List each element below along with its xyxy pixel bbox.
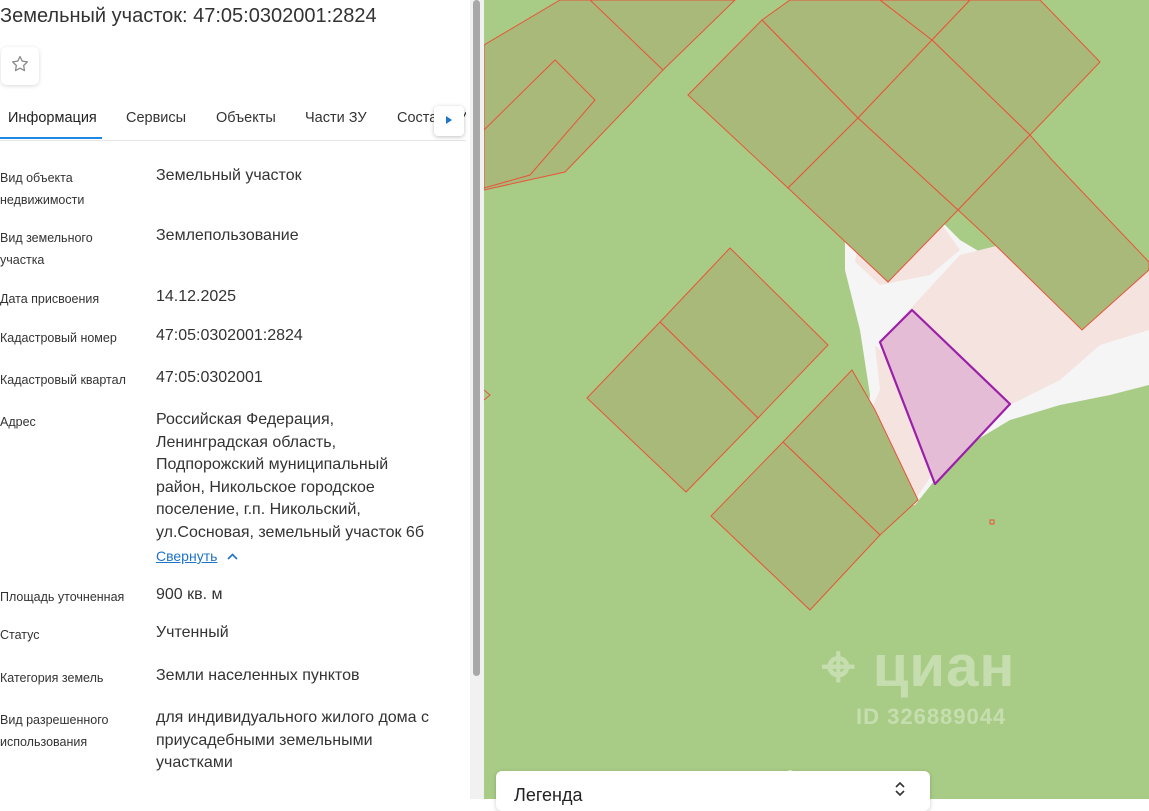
collapse-address-link[interactable]: Свернуть [156,548,238,564]
property-type-label: Вид объекта недвижимости [0,171,85,207]
tab-information[interactable]: Информация [8,110,97,126]
active-tab-indicator [0,137,102,139]
favorite-button[interactable] [1,47,39,85]
address-value: Российская Федерация, Ленинградская обла… [156,411,424,541]
location-pin-icon: ⌖ [822,634,856,699]
status-value: Учтенный [156,624,229,641]
map-canvas [484,0,1149,799]
land-category-value: Земли населенных пунктов [156,667,360,684]
page-title: Земельный участок: 47:05:0302001:2824 [0,5,377,27]
legend-panel[interactable]: Легенда [496,771,930,811]
area-value: 900 кв. м [156,586,223,603]
cadastral-quarter-label: Кадастровый квартал [0,373,126,387]
chevron-up-icon [227,549,238,563]
cadastral-number-label: Кадастровый номер [0,331,117,345]
tab-parts[interactable]: Части ЗУ [305,110,367,126]
assignment-date-value: 14.12.2025 [156,288,237,305]
info-panel: Земельный участок: 47:05:0302001:2824 Ин… [0,0,470,799]
star-icon [10,54,30,79]
land-type-label: Вид земельного участка [0,231,93,267]
panel-scrollbar-thumb[interactable] [473,0,480,676]
tab-objects[interactable]: Объекты [216,110,276,126]
cadastral-number-value: 47:05:0302001:2824 [156,327,303,344]
permitted-use-label: Вид разрешенного использования [0,713,109,749]
address-label: Адрес [0,415,36,429]
tab-services[interactable]: Сервисы [126,110,186,126]
permitted-use-value: для индивидуального жилого дома с приуса… [156,709,430,771]
tabs-next-button[interactable] [434,106,464,136]
assignment-date-label: Дата присвоения [0,292,100,306]
area-label: Площадь уточненная [0,590,125,604]
triangle-right-icon [445,112,453,130]
chevron-up-down-icon[interactable] [894,781,906,800]
collapse-label: Свернуть [156,548,218,564]
tab-bar: Информация Сервисы Объекты Части ЗУ Сост… [0,100,466,141]
land-type-value: Землепользование [156,227,299,244]
legend-title: Легенда [514,785,583,805]
land-category-label: Категория земель [0,671,104,685]
cadastral-quarter-value: 47:05:0302001 [156,369,263,386]
status-label: Статус [0,628,40,642]
watermark-id: ID 326889044 [856,704,1007,729]
cadastral-map[interactable] [484,0,1149,799]
watermark-logo: ⌖ циан [822,634,1016,699]
property-type-value: Земельный участок [156,167,302,184]
